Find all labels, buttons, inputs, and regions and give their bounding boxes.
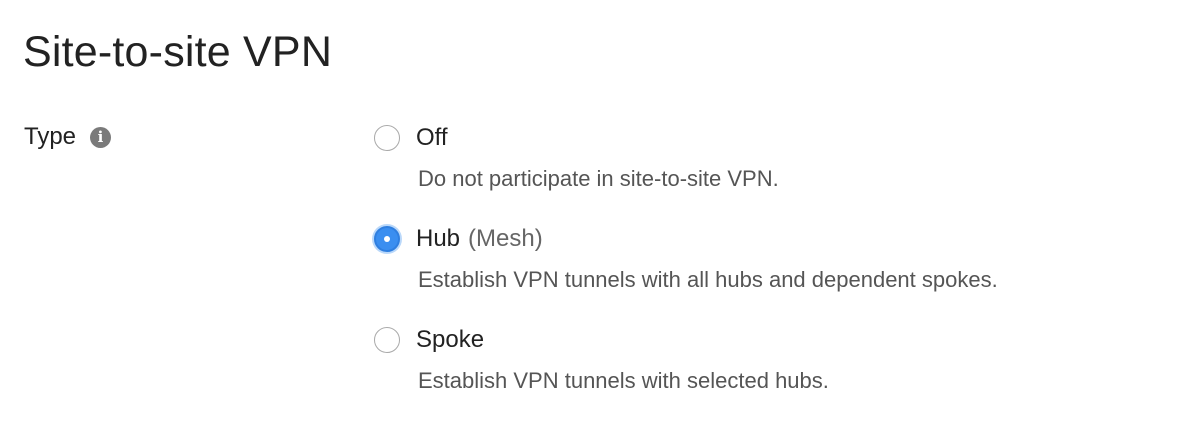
page-title: Site-to-site VPN [23, 28, 333, 76]
option-spoke-row[interactable]: Spoke [374, 322, 1174, 358]
radio-hub[interactable] [374, 226, 400, 252]
option-hub-description: Establish VPN tunnels with all hubs and … [418, 267, 998, 292]
site-to-site-vpn-section: Site-to-site VPN Type i Off Do not parti… [0, 0, 1202, 426]
option-hub-sublabel: (Mesh) [468, 225, 543, 252]
option-off-label[interactable]: Off [416, 123, 448, 153]
info-icon[interactable]: i [90, 126, 112, 148]
radio-selected-dot [384, 236, 390, 242]
radio-spoke[interactable] [374, 327, 400, 353]
option-spoke-description: Establish VPN tunnels with selected hubs… [418, 368, 829, 393]
type-label: Type [24, 123, 77, 150]
option-spoke: Spoke Establish VPN tunnels with selecte… [374, 322, 1174, 423]
option-hub-row[interactable]: Hub (Mesh) [374, 221, 1174, 257]
option-off-row[interactable]: Off [374, 120, 1174, 156]
type-field-label: Type i [24, 122, 112, 152]
option-hub-label[interactable]: Hub [416, 224, 460, 254]
option-spoke-label[interactable]: Spoke [416, 325, 484, 355]
option-off-description: Do not participate in site-to-site VPN. [418, 166, 779, 191]
radio-off[interactable] [374, 125, 400, 151]
option-off: Off Do not participate in site-to-site V… [374, 120, 1174, 221]
type-radio-group: Off Do not participate in site-to-site V… [374, 120, 1174, 423]
option-hub: Hub (Mesh) Establish VPN tunnels with al… [374, 221, 1174, 322]
